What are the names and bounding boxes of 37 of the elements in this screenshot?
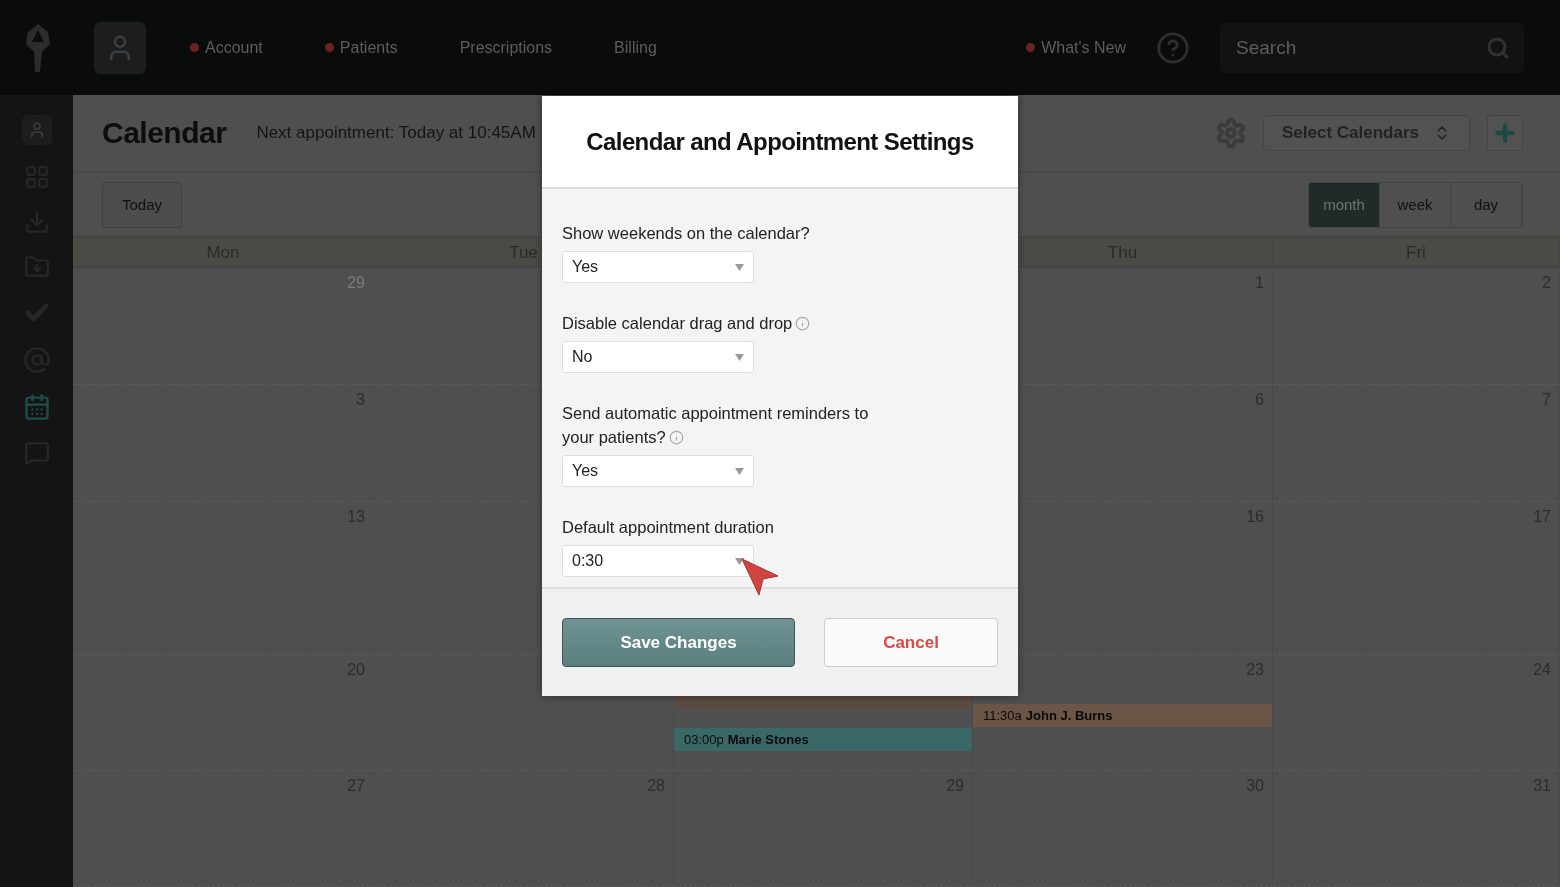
calendar-icon[interactable] [22,393,51,421]
search-field[interactable]: Search [1234,35,1486,60]
add-button[interactable] [1487,115,1523,151]
calendar-event[interactable]: 11:30a John J. Burns [973,704,1272,727]
plus-icon [1492,120,1518,146]
nav-link[interactable]: Billing [614,38,657,57]
avatar-placeholder[interactable] [94,21,146,74]
search-box[interactable]: Search [1220,22,1524,73]
today-button[interactable]: Today [102,181,182,228]
next-appointment-text: Next appointment: Today at 10:45AM [256,123,536,143]
field-label: Send automatic appointment reminders to your patients? [562,403,870,448]
avatar-placeholder[interactable] [21,115,52,145]
dropdown-select[interactable]: Yes [562,251,754,283]
dialog-title: Calendar and Appointment Settings [586,127,974,156]
caret-icon [735,263,744,271]
info-icon[interactable] [668,430,684,445]
view-tab[interactable]: month [1309,182,1380,227]
caret-icon [735,353,744,361]
caret-icon [735,557,744,565]
whats-new-link[interactable]: What's New [1026,38,1126,57]
help-icon[interactable] [1156,30,1190,65]
nav-link[interactable]: Prescriptions [459,38,553,57]
page-title: Calendar [102,116,227,150]
search-icon[interactable] [1486,35,1510,60]
field-label: Default appointment duration [562,517,775,538]
pointer-arrow-icon [741,558,779,596]
nav-link[interactable]: Patients [324,38,398,57]
caret-icon [735,467,744,475]
dropdown-select[interactable]: Yes [562,455,754,487]
calendar-event[interactable]: 03:00p Marie Stones [674,728,972,751]
cancel-button[interactable]: Cancel [824,618,998,667]
nav-link[interactable]: Account [190,38,263,57]
info-icon[interactable] [795,316,811,331]
field-label: Disable calendar drag and drop [562,311,902,335]
dropdown-select[interactable]: No [562,341,754,373]
dropdown-select[interactable]: 0:30 [562,545,754,577]
save-changes-button[interactable]: Save Changes [562,618,795,667]
